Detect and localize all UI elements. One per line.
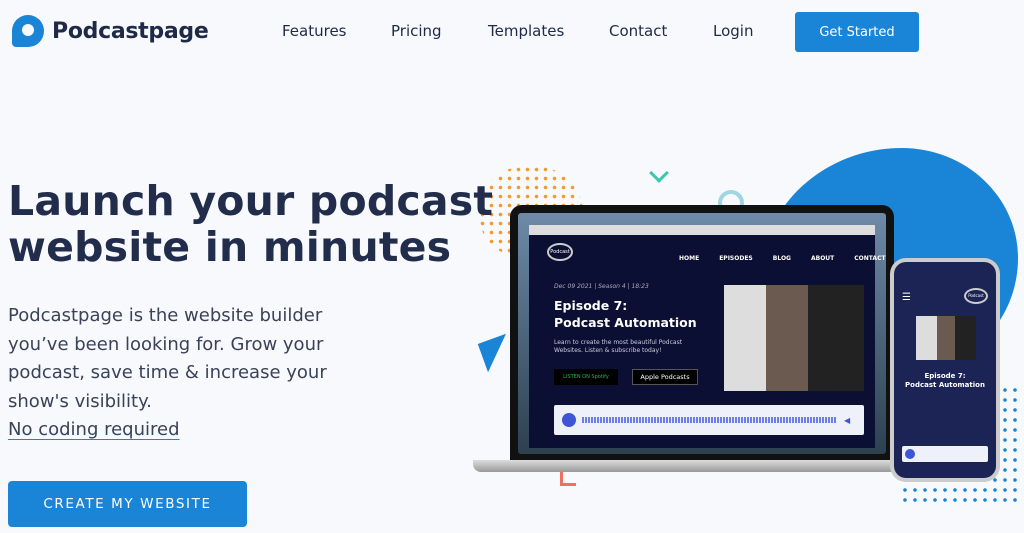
podcaster-photo [916, 316, 976, 360]
chevron-decoration [649, 163, 669, 183]
nav-contact[interactable]: Contact [609, 22, 667, 40]
mock-logo: Podcast [964, 288, 988, 304]
mock-title: Podcast Automation [554, 315, 697, 330]
play-icon[interactable] [562, 413, 576, 427]
mock-desc: Learn to create the most beautiful Podca… [554, 339, 683, 354]
browser-bar [529, 225, 875, 235]
audio-player[interactable]: ◀ [554, 405, 864, 435]
hero-title: Launch your podcast website in minutes [8, 178, 493, 270]
mock-nav-item: BLOG [772, 255, 791, 262]
audio-player [902, 446, 988, 462]
mock-nav-item: HOME [679, 255, 700, 262]
apple-podcasts-badge: Apple Podcasts [632, 369, 698, 385]
phone-mockup: ☰ Podcast Episode 7: Podcast Automation [890, 258, 1000, 482]
spotify-badge: LISTEN ON Spotify [554, 369, 618, 385]
corner-decoration [560, 470, 576, 486]
title-line: website in minutes [8, 223, 452, 271]
hamburger-icon: ☰ [902, 292, 911, 303]
nav-templates[interactable]: Templates [488, 22, 564, 40]
lead-text: Podcastpage is the website builder you’v… [8, 305, 327, 412]
logo[interactable]: Podcastpage [12, 15, 209, 47]
mock-nav: HOME EPISODES BLOG ABOUT CONTACT [679, 255, 886, 262]
laptop-base [473, 460, 920, 472]
waveform[interactable] [582, 417, 837, 423]
nav-login[interactable]: Login [713, 22, 753, 40]
mock-title: Episode 7: [554, 298, 628, 313]
podcaster-photo [724, 285, 864, 391]
hero-lead: Podcastpage is the website builder you’v… [8, 302, 368, 445]
mock-nav-item: EPISODES [719, 255, 753, 262]
nav-features[interactable]: Features [282, 22, 347, 40]
nav-pricing[interactable]: Pricing [391, 22, 442, 40]
mock-title: Episode 7: [924, 372, 966, 380]
create-website-button[interactable]: CREATE MY WEBSITE [8, 481, 247, 527]
volume-icon[interactable]: ◀ [844, 416, 850, 425]
logo-icon [12, 15, 44, 47]
no-coding-link[interactable]: No coding required [8, 419, 180, 440]
brand-name: Podcastpage [52, 18, 209, 44]
mock-nav-item: CONTACT [854, 255, 886, 262]
mock-nav-item: ABOUT [810, 255, 835, 262]
mock-meta: Dec 09 2021 | Season 4 | 18:23 [554, 283, 649, 290]
mock-logo: Podcast [547, 243, 573, 261]
mock-title: Podcast Automation [905, 381, 985, 389]
title-line: Launch your podcast [8, 177, 494, 225]
get-started-button[interactable]: Get Started [795, 12, 919, 52]
laptop-mockup: Podcast HOME EPISODES BLOG ABOUT CONTACT Dec… [510, 205, 894, 462]
